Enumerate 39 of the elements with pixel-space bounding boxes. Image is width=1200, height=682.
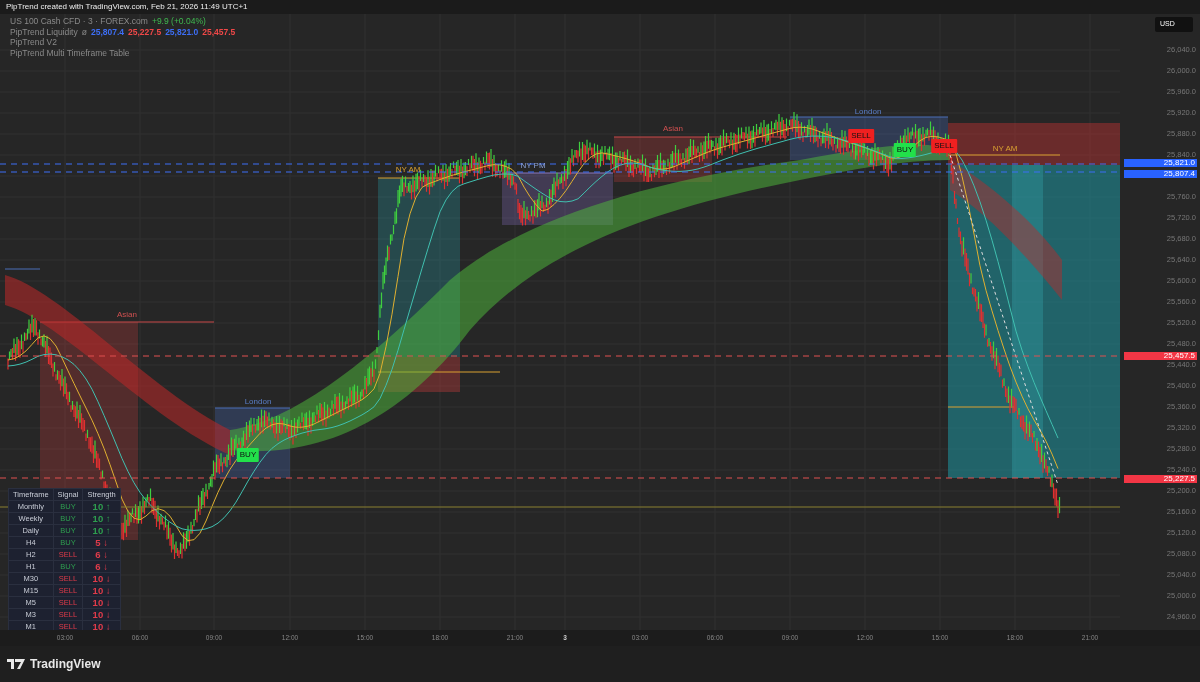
- price-marker: 25,227.5: [1124, 475, 1197, 483]
- indicator-name: PipTrend Multi Timeframe Table: [10, 47, 130, 58]
- strength-cell: 6 ↓: [82, 560, 121, 573]
- session-label: London: [244, 396, 272, 408]
- strength-cell: 10 ↓: [82, 572, 121, 585]
- session-label: Asian: [117, 309, 137, 321]
- indicator-value: 25,821.0: [165, 26, 199, 37]
- session-label: NY AM: [992, 143, 1018, 155]
- indicator-name: PipTrend Liquidity: [10, 26, 78, 37]
- strength-cell: 10 ↓: [82, 584, 121, 597]
- price-marker: 25,457.5: [1124, 352, 1197, 360]
- sell-signal-label: SELL: [848, 129, 874, 143]
- strength-cell: 10 ↑: [82, 512, 121, 525]
- brand-name: TradingView: [30, 656, 101, 673]
- price-marker: 25,807.4: [1124, 170, 1197, 178]
- strength-cell: 10 ↑: [82, 500, 121, 513]
- indicator-symbol: ø: [81, 26, 87, 37]
- strength-cell: 10 ↓: [82, 596, 121, 609]
- indicator-value: 25,227.5: [128, 26, 162, 37]
- indicator-name: PipTrend V2: [10, 37, 57, 47]
- level-line: [4, 268, 41, 270]
- buy-signal-label: BUY: [893, 143, 917, 157]
- indicator-value: 25,457.5: [202, 26, 236, 37]
- indicator-value: 25,807.4: [90, 26, 125, 37]
- session-label: NY AM: [395, 164, 421, 176]
- session-label: London: [854, 106, 882, 118]
- strength-cell: 6 ↓: [82, 548, 121, 561]
- strength-cell: 10 ↓: [82, 608, 121, 621]
- session-label: Asian: [663, 123, 683, 135]
- sell-signal-label: SELL: [931, 139, 957, 153]
- chart-title: PipTrend created with TradingView.com, Feb 21, 2026 11:49 UTC+1: [0, 0, 1200, 14]
- buy-signal-label: BUY: [236, 448, 260, 462]
- price-change: +9.9 (+0.04%): [151, 16, 206, 26]
- logo-icon: [7, 659, 25, 669]
- strength-cell: 5 ↓: [82, 536, 121, 549]
- price-marker: 25,821.0: [1124, 159, 1197, 167]
- symbol-label: US 100 Cash CFD · 3 · FOREX.com: [10, 16, 148, 26]
- session-label: NY PM: [520, 160, 546, 172]
- strength-cell: 10 ↑: [82, 524, 121, 537]
